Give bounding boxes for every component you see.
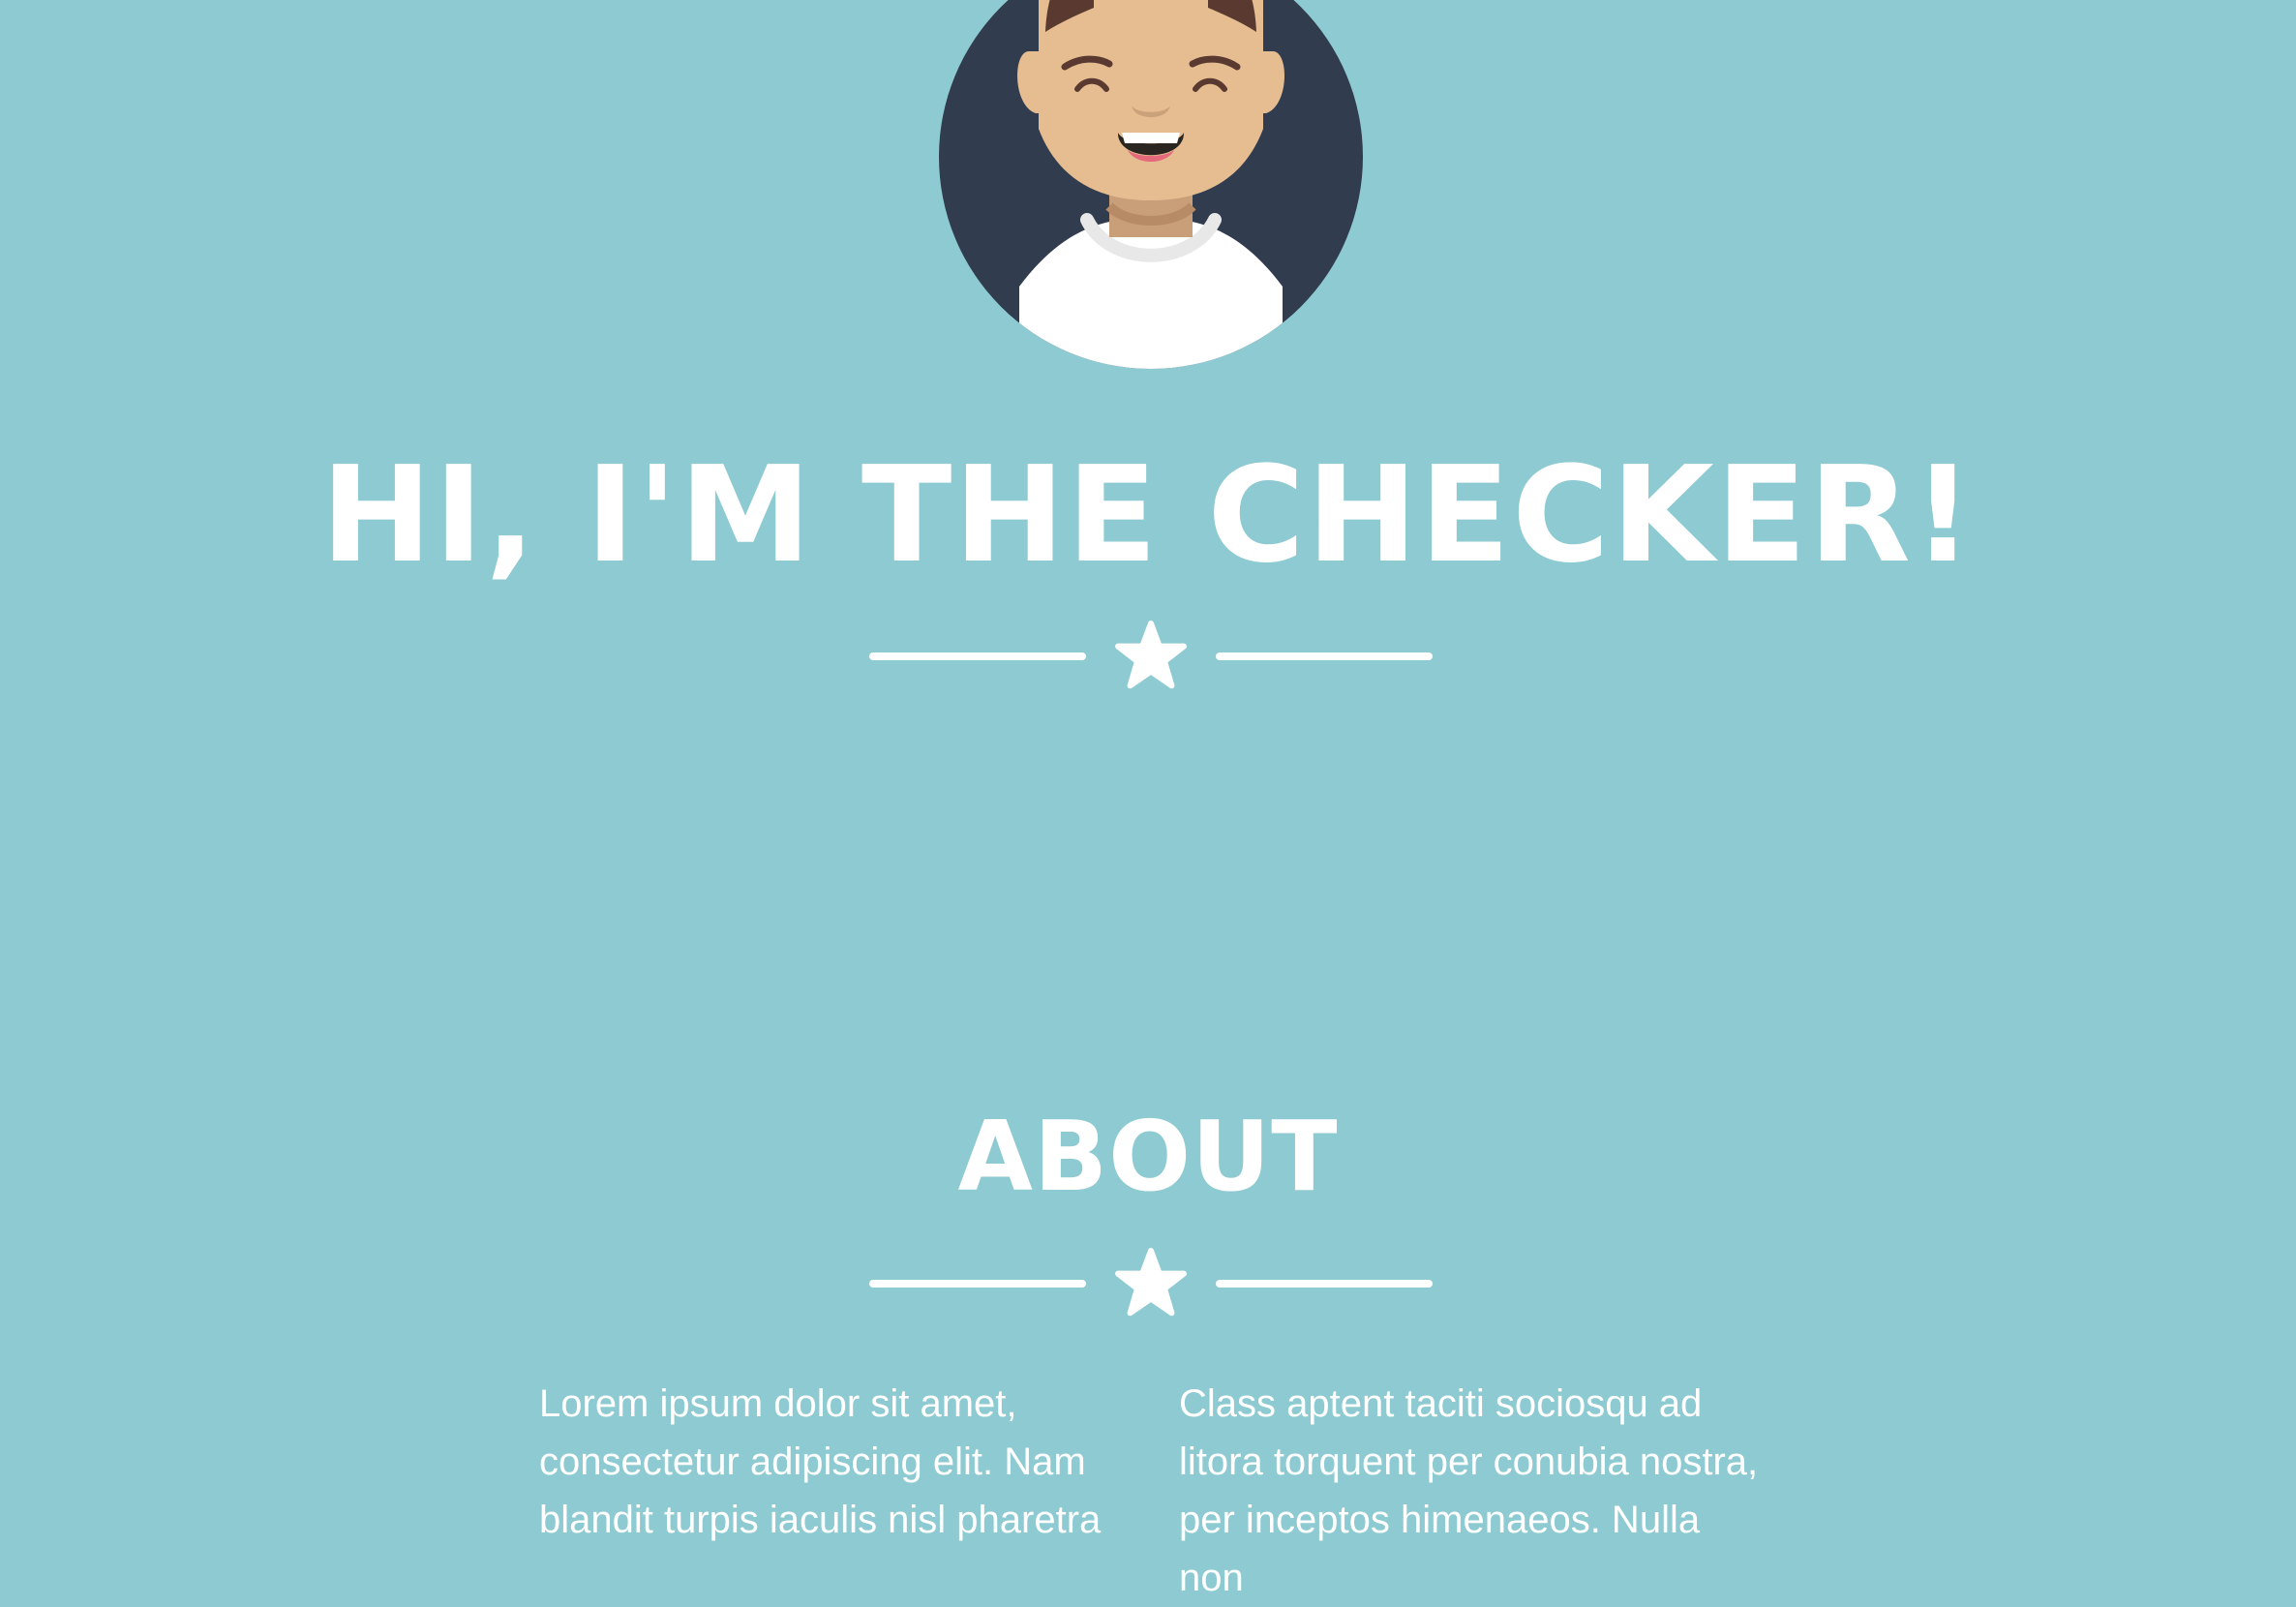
- hero-title: HI, I'M THE CHECKER!: [320, 439, 1976, 592]
- about-title: ABOUT: [957, 1100, 1339, 1213]
- star-icon: [1115, 621, 1187, 689]
- star-icon: [1115, 1248, 1187, 1317]
- divider-line-left: [869, 1280, 1086, 1288]
- about-right-text: Class aptent taciti sociosqu ad litora t…: [1179, 1382, 1759, 1599]
- divider-line-right: [1216, 1280, 1433, 1288]
- about-divider: [869, 1248, 1433, 1319]
- divider-line-right: [1216, 652, 1433, 660]
- about-left-text: Lorem ipsum dolor sit amet, consectetur …: [539, 1382, 1102, 1541]
- hero-divider: [869, 621, 1433, 692]
- avatar: [939, 0, 1363, 369]
- divider-line-left: [869, 652, 1086, 660]
- avatar-icon: [939, 0, 1363, 369]
